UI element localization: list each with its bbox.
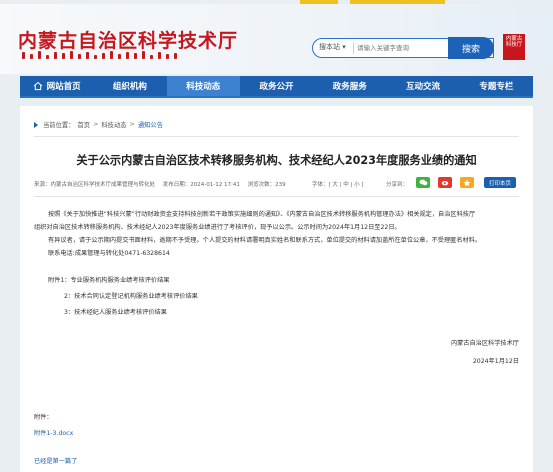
nav-underline xyxy=(20,96,533,98)
share-label: 分享到： xyxy=(386,182,409,188)
attachment-intro: 附件1：专业服务机构服务业绩考核评价结果 xyxy=(48,277,170,284)
breadcrumb-notices[interactable]: 通知公告 xyxy=(138,120,163,129)
nav-item-label: 网站首页 xyxy=(46,82,81,92)
weibo-icon[interactable] xyxy=(438,177,452,188)
article-views: 浏览次数：239 xyxy=(247,182,286,188)
home-icon xyxy=(33,81,42,91)
article-paragraph: 联系电话:成果管理与转化处0471-6328614 xyxy=(48,250,170,257)
search-scope-select[interactable]: 搜本站 ▾ xyxy=(319,42,346,52)
signature-org: 内蒙古自治区科学技术厅 xyxy=(450,340,519,347)
mongolian-script-logo xyxy=(22,51,192,59)
article-paragraph: 按照《关于加快推进“科技兴蒙”行动财政资金支持科技创新若干政策实施细则的通知》、… xyxy=(48,211,476,218)
qzone-icon[interactable] xyxy=(460,177,474,188)
article-title: 关于公示内蒙古自治区技术转移服务机构、技术经纪人2023年度服务业绩的通知 xyxy=(76,154,477,167)
nav-item-interaction[interactable]: 互动交流 xyxy=(386,76,459,96)
meta-divider xyxy=(34,196,519,197)
nav-item-gov-service[interactable]: 政务服务 xyxy=(313,76,386,96)
nav-item-home[interactable]: 网站首页 xyxy=(20,76,93,96)
breadcrumb-separator: > xyxy=(93,121,99,128)
nav-item-organization[interactable]: 组织机构 xyxy=(93,76,166,96)
attachment-item: 2：技术合同认定登记机构服务业绩考核评价结果 xyxy=(64,293,198,300)
font-size-control[interactable]: 字体：[ 大 | 中 | 小 ] xyxy=(312,180,364,188)
attachment-file-link[interactable]: 附件1-3.docx xyxy=(34,428,73,437)
nav-item-gov-info[interactable]: 政务公开 xyxy=(240,76,313,96)
breadcrumb: 当前位置： 首页 > 科技动态 > 通知公告 xyxy=(34,120,163,129)
article-source: 来源：内蒙古自治区科学技术厅成果管理与转化处 xyxy=(34,182,156,188)
article-paragraph: 组织对自治区技术转移服务机构、技术经纪人2023年度服务业绩进行了考核评价，现予… xyxy=(34,224,401,231)
nav-item-topics[interactable]: 专题专栏 xyxy=(460,76,533,96)
wechat-icon[interactable] xyxy=(416,177,430,188)
breadcrumb-arrow-icon xyxy=(34,121,38,128)
logo-seal: 内蒙古科技厅 xyxy=(503,34,525,60)
breadcrumb-home[interactable]: 首页 xyxy=(77,120,90,129)
attachment-item: 3：技术经纪人服务业绩考核评价结果 xyxy=(64,309,167,316)
nav-item-news[interactable]: 科技动态 xyxy=(166,76,240,96)
main-nav: 网站首页 组织机构 科技动态 政务公开 政务服务 互动交流 专题专栏 xyxy=(20,76,533,96)
breadcrumb-separator: > xyxy=(129,121,135,128)
prev-article-link[interactable]: 已经是第一篇了 xyxy=(34,456,77,465)
breadcrumb-divider xyxy=(34,136,519,137)
article-panel: 当前位置： 首页 > 科技动态 > 通知公告 关于公示内蒙古自治区技术转移服务机… xyxy=(20,106,533,472)
breadcrumb-news[interactable]: 科技动态 xyxy=(101,120,126,129)
article-meta: 来源：内蒙古自治区科学技术厅成果管理与转化处 发布日期：2024-01-12 1… xyxy=(34,180,292,188)
site-header: 内蒙古自治区科学技术厅 搜本站 ▾ 搜索 内蒙古科技厅 xyxy=(0,4,553,74)
search-input[interactable] xyxy=(357,41,457,55)
article-date: 发布日期：2024-01-12 17:41 xyxy=(162,182,240,188)
search-divider xyxy=(353,43,354,54)
article-paragraph: 有异议者，请于公示期内提交书面材料，逾期不予受理。个人提交的材料请署明真实姓名和… xyxy=(48,237,482,244)
breadcrumb-prefix: 当前位置： xyxy=(43,122,75,129)
site-logo-title[interactable]: 内蒙古自治区科学技术厅 xyxy=(18,26,238,53)
signature-date: 2024年1月12日 xyxy=(472,358,519,365)
attachment-label: 附件： xyxy=(34,414,53,421)
print-button[interactable]: 打印本页 xyxy=(484,177,516,188)
search-button[interactable]: 搜索 xyxy=(448,37,494,59)
